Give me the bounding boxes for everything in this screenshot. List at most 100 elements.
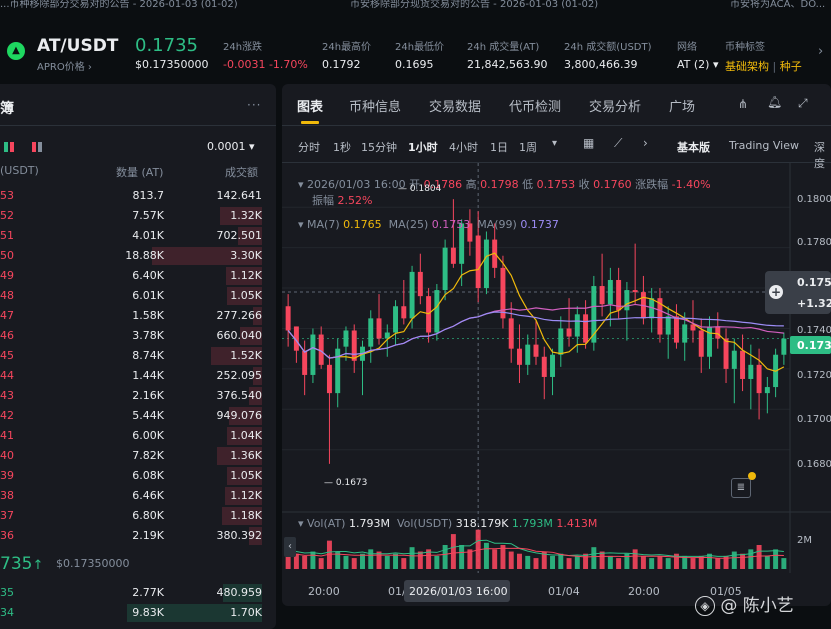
- ask-row[interactable]: 46 3.78K 660.040: [0, 326, 262, 346]
- volume-bar: [665, 558, 671, 569]
- tab-chart[interactable]: 图表: [297, 96, 323, 115]
- interval-timeline[interactable]: 分时: [298, 139, 320, 155]
- ask-total: 376.540: [216, 389, 263, 402]
- announcement-ticker[interactable]: ...币种移除部分交易对的公告 - 2026-01-03 (01-02) 币安移…: [0, 0, 831, 14]
- volume-bar: [417, 551, 423, 569]
- ohlc-low: 0.1753: [536, 178, 576, 191]
- ask-row[interactable]: 45 8.74K 1.52K: [0, 346, 262, 366]
- interval-15m[interactable]: 15分钟: [361, 139, 397, 155]
- stat-value-network[interactable]: AT (2) ▾: [677, 58, 719, 71]
- chevron-right-icon[interactable]: ›: [818, 44, 823, 59]
- volume-bar: [599, 551, 605, 569]
- ask-row[interactable]: 38 6.46K 1.12K: [0, 486, 262, 506]
- indicator-icon[interactable]: ⋔: [738, 97, 748, 111]
- ask-qty: 7.82K: [132, 449, 164, 462]
- ask-price: 49: [0, 269, 14, 282]
- divider: [282, 125, 831, 126]
- stat-label-tags: 币种标签: [725, 42, 765, 53]
- ticker-item[interactable]: 币安移除部分现货交易对的公告 - 2026-01-03 (01-02): [350, 0, 598, 10]
- candle-body: [682, 324, 688, 343]
- candle-body: [525, 344, 531, 365]
- candle-body: [698, 330, 704, 357]
- collapse-icon[interactable]: ▾: [298, 517, 304, 530]
- ask-total: 1.36K: [230, 449, 262, 462]
- price-axis-label: 0.1700: [797, 414, 831, 425]
- ask-row[interactable]: 48 6.01K 1.05K: [0, 286, 262, 306]
- ask-row[interactable]: 36 2.19K 380.392: [0, 526, 262, 546]
- caret-down-icon[interactable]: ▾: [552, 138, 557, 149]
- tab-coin-info[interactable]: 币种信息: [349, 96, 401, 115]
- view-basic[interactable]: 基本版: [677, 139, 710, 155]
- ask-row[interactable]: 47 1.58K 277.266: [0, 306, 262, 326]
- candle-body: [731, 350, 737, 369]
- stat-value-vol-usdt: 3,800,466.39: [564, 58, 638, 71]
- candle-body: [285, 306, 291, 331]
- more-options-icon[interactable]: ···: [247, 98, 261, 112]
- ask-row[interactable]: 40 7.82K 1.36K: [0, 446, 262, 466]
- ask-price: 48: [0, 289, 14, 302]
- bell-icon[interactable]: 🔔︎: [767, 95, 782, 109]
- bid-row[interactable]: 34 9.83K 1.70K: [0, 603, 262, 623]
- collapse-icon[interactable]: ▾: [298, 218, 304, 231]
- ticker-item[interactable]: 币安将为ACA、DO...: [730, 0, 825, 10]
- tab-trade-data[interactable]: 交易数据: [429, 96, 481, 115]
- ask-row[interactable]: 49 6.40K 1.12K: [0, 266, 262, 286]
- ask-row[interactable]: 42 5.44K 949.076: [0, 406, 262, 426]
- interval-1w[interactable]: 1周: [519, 139, 537, 155]
- chart-type-icon[interactable]: ⟋: [614, 136, 622, 151]
- calendar-icon[interactable]: ▦: [583, 136, 594, 150]
- scroll-left-button[interactable]: ‹: [284, 537, 296, 557]
- orderbook-view-asks-icon[interactable]: [32, 142, 42, 152]
- ask-total: 1.05K: [230, 289, 262, 302]
- coin-logo-icon: ▲: [7, 42, 25, 60]
- ohlc-info: ▾ 2026/01/03 16:00 开 0.1786 高 0.1798 低 0…: [298, 176, 711, 192]
- ask-row[interactable]: 53 813.7 142.641: [0, 186, 262, 206]
- ask-row[interactable]: 50 18.88K 3.30K: [0, 246, 262, 266]
- bid-price: 35: [0, 586, 14, 599]
- ask-total: 660.040: [216, 329, 263, 342]
- ask-row[interactable]: 43 2.16K 376.540: [0, 386, 262, 406]
- ask-total: 1.12K: [230, 489, 262, 502]
- price-axis-label: 0.1720: [797, 370, 831, 381]
- tab-trade-analysis[interactable]: 交易分析: [589, 96, 641, 115]
- candle-body: [368, 318, 374, 347]
- tab-square[interactable]: 广场: [669, 96, 695, 115]
- mid-price[interactable]: 735↑: [0, 554, 43, 574]
- interval-1s[interactable]: 1秒: [333, 139, 351, 155]
- ask-total: 142.641: [216, 189, 263, 202]
- bid-row[interactable]: 35 2.77K 480.959: [0, 583, 262, 603]
- orderbook-view-bids-icon[interactable]: [4, 142, 14, 152]
- candle-body: [541, 356, 547, 377]
- ask-row[interactable]: 41 6.00K 1.04K: [0, 426, 262, 446]
- add-alert-icon[interactable]: +: [769, 285, 783, 299]
- ticker-item[interactable]: ...币种移除部分交易对的公告 - 2026-01-03 (01-02): [0, 0, 238, 10]
- ask-row[interactable]: 37 6.80K 1.18K: [0, 506, 262, 526]
- chevron-right-icon[interactable]: ›: [643, 136, 648, 150]
- ma99-label: MA(99): [477, 218, 517, 231]
- precision-select[interactable]: 0.0001 ▾: [207, 140, 255, 153]
- news-icon[interactable]: ≣: [731, 478, 751, 498]
- interval-1h[interactable]: 1小时: [408, 139, 438, 155]
- ask-price: 41: [0, 429, 14, 442]
- fullscreen-icon[interactable]: ⤢: [798, 96, 808, 111]
- candle-body: [673, 316, 679, 343]
- pair-symbol[interactable]: AT/USDT: [37, 36, 118, 56]
- ask-row[interactable]: 39 6.08K 1.05K: [0, 466, 262, 486]
- view-tradingview[interactable]: Trading View: [729, 139, 799, 152]
- collapse-icon[interactable]: ▾: [298, 178, 304, 191]
- ohlc-high-label: 高: [465, 178, 477, 191]
- stat-label-change: 24h涨跌: [223, 42, 263, 53]
- time-axis-label: 01/04: [548, 585, 580, 598]
- candle-body: [781, 338, 787, 355]
- interval-1d[interactable]: 1日: [490, 139, 508, 155]
- ask-row[interactable]: 52 7.57K 1.32K: [0, 206, 262, 226]
- ask-row[interactable]: 44 1.44K 252.095: [0, 366, 262, 386]
- pair-subtitle[interactable]: APRO价格 ›: [37, 58, 92, 73]
- tab-token-check[interactable]: 代币检测: [509, 96, 561, 115]
- stat-value-tags[interactable]: 基础架构 | 种子: [725, 58, 802, 74]
- interval-4h[interactable]: 4小时: [449, 139, 478, 155]
- ask-qty: 7.57K: [132, 209, 164, 222]
- ask-row[interactable]: 51 4.01K 702.501: [0, 226, 262, 246]
- candle-body: [376, 318, 382, 339]
- candle-body: [715, 326, 721, 339]
